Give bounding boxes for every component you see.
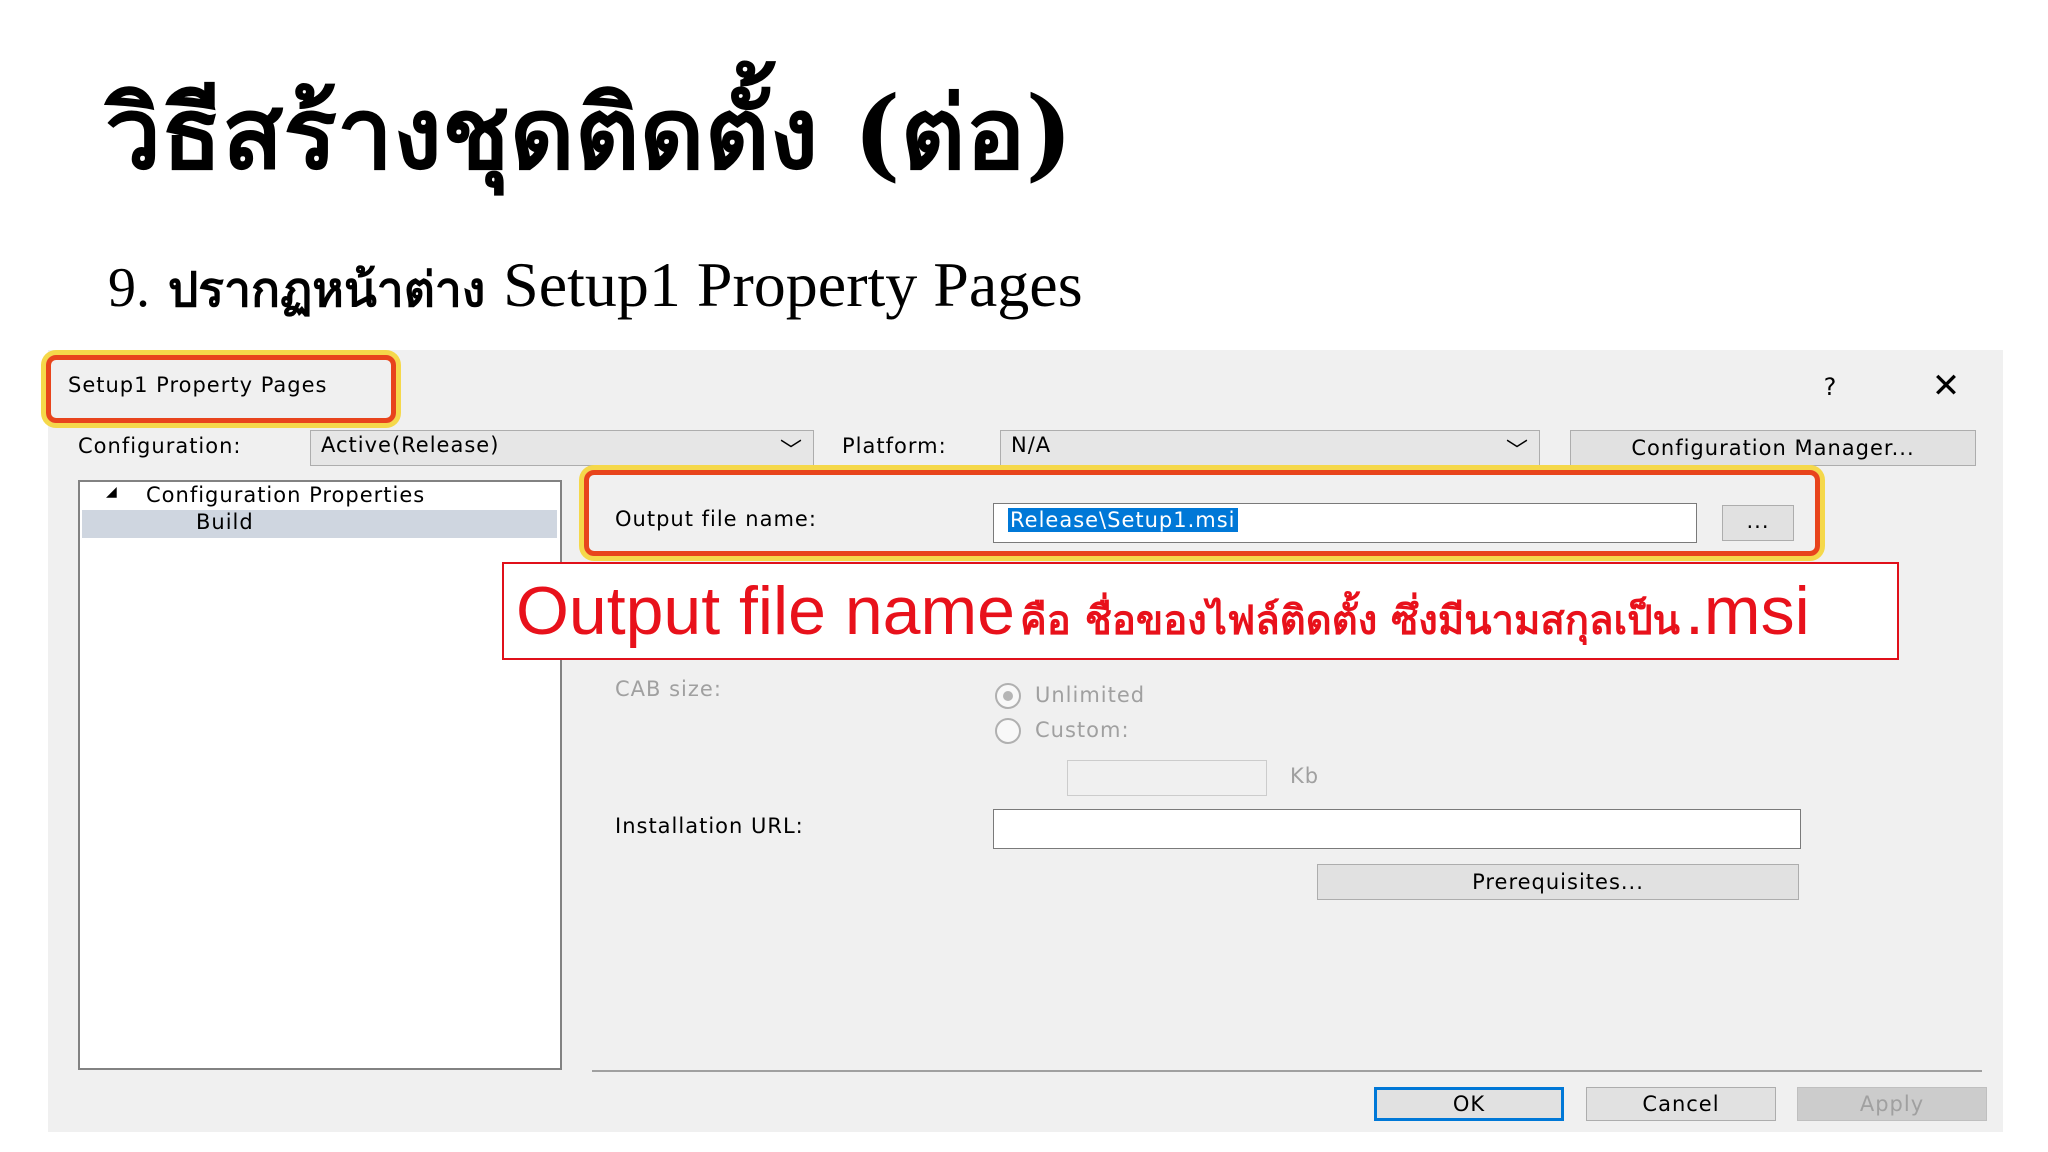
step-number: 9. bbox=[108, 257, 150, 319]
cab-size-label: CAB size: bbox=[615, 677, 722, 701]
kb-label: Kb bbox=[1290, 764, 1320, 788]
close-button[interactable]: ✕ bbox=[1926, 366, 1966, 406]
custom-size-input[interactable] bbox=[1067, 760, 1267, 796]
callout-thai: คือ ชื่อของไฟล์ติดตั้ง ซึ่งมีนามสกุลเป็น bbox=[1020, 598, 1680, 644]
configuration-manager-button[interactable]: Configuration Manager... bbox=[1570, 430, 1976, 466]
tree-item-build[interactable]: Build bbox=[196, 510, 254, 534]
close-icon: ✕ bbox=[1931, 366, 1961, 406]
output-file-input[interactable]: Release\Setup1.msi bbox=[993, 503, 1697, 543]
custom-label: Custom: bbox=[1035, 718, 1130, 742]
chevron-down-icon: ﹀ bbox=[1505, 439, 1529, 464]
callout-extension: .msi bbox=[1685, 573, 1810, 649]
unlimited-label: Unlimited bbox=[1035, 683, 1146, 707]
configuration-label: Configuration: bbox=[78, 434, 242, 458]
slide-title: วิธีสร้างชุดติดตั้ง (ต่อ) bbox=[105, 74, 1073, 192]
callout-english: Output file name bbox=[516, 573, 1015, 649]
ok-button[interactable]: OK bbox=[1374, 1087, 1564, 1121]
subtitle-english: Setup1 Property Pages bbox=[503, 249, 1083, 320]
platform-value: N/A bbox=[1011, 433, 1052, 457]
dialog-title: Setup1 Property Pages bbox=[68, 373, 328, 397]
platform-label: Platform: bbox=[842, 434, 947, 458]
help-button[interactable]: ? bbox=[1815, 370, 1845, 404]
output-file-value: Release\Setup1.msi bbox=[1008, 508, 1238, 532]
browse-button[interactable]: ... bbox=[1722, 505, 1794, 541]
configuration-dropdown[interactable]: Active(Release) ﹀ bbox=[310, 430, 814, 466]
button-separator bbox=[592, 1070, 1982, 1072]
unlimited-radio[interactable] bbox=[995, 683, 1021, 709]
apply-button[interactable]: Apply bbox=[1797, 1087, 1987, 1121]
installation-url-label: Installation URL: bbox=[615, 814, 804, 838]
expand-arrow-icon[interactable]: ◢ bbox=[106, 484, 118, 500]
slide-subtitle: 9. ปรากฏหน้าต่าง Setup1 Property Pages bbox=[108, 245, 1083, 330]
prerequisites-button[interactable]: Prerequisites... bbox=[1317, 864, 1799, 900]
callout-text: Output file name คือ ชื่อของไฟล์ติดตั้ง … bbox=[516, 565, 1810, 657]
tree-view[interactable] bbox=[78, 480, 562, 1070]
tree-selection-highlight bbox=[82, 510, 557, 538]
subtitle-thai: ปรากฏหน้าต่าง bbox=[167, 262, 486, 318]
custom-radio[interactable] bbox=[995, 718, 1021, 744]
platform-dropdown[interactable]: N/A ﹀ bbox=[1000, 430, 1540, 466]
cancel-button[interactable]: Cancel bbox=[1586, 1087, 1776, 1121]
tree-item-configuration-properties[interactable]: Configuration Properties bbox=[146, 483, 425, 507]
chevron-down-icon: ﹀ bbox=[779, 439, 803, 464]
installation-url-input[interactable] bbox=[993, 809, 1801, 849]
configuration-value: Active(Release) bbox=[321, 433, 500, 457]
output-file-label: Output file name: bbox=[615, 507, 817, 531]
